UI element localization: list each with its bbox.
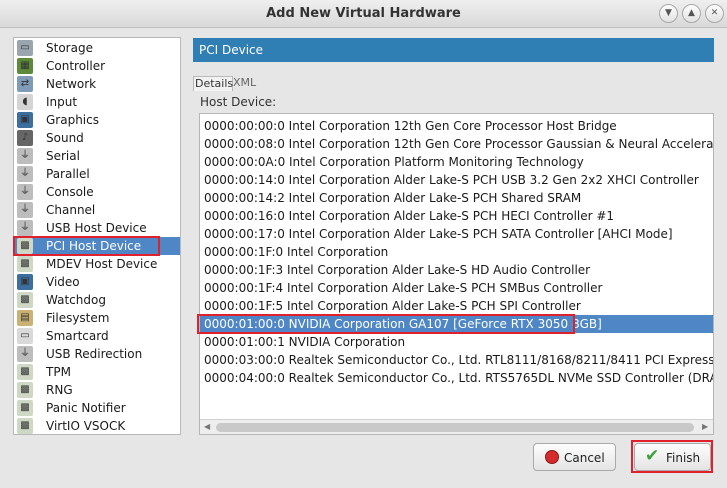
sidebar-item-storage[interactable]: ▭ Storage <box>14 39 180 57</box>
list-item[interactable]: 0000:00:14:0 Intel Corporation Alder Lak… <box>200 171 713 189</box>
smartcard-icon: ▭ <box>17 328 33 344</box>
list-item[interactable]: 0000:00:17:0 Intel Corporation Alder Lak… <box>200 225 713 243</box>
cancel-icon <box>545 450 559 464</box>
host-device-list[interactable]: 0000:00:00:0 Intel Corporation 12th Gen … <box>199 113 714 435</box>
sidebar-item-tpm[interactable]: ▩ TPM <box>14 363 180 381</box>
serial-plug-icon: ⏚ <box>17 148 33 164</box>
list-item[interactable]: 0000:00:1F:5 Intel Corporation Alder Lak… <box>200 297 713 315</box>
list-item[interactable]: 0000:00:14:2 Intel Corporation Alder Lak… <box>200 189 713 207</box>
usb-plug-icon: ⏚ <box>17 220 33 236</box>
parallel-plug-icon: ⏚ <box>17 166 33 182</box>
video-monitor-icon: ▣ <box>17 274 33 290</box>
sidebar-item-graphics[interactable]: ▣ Graphics <box>14 111 180 129</box>
folder-icon: ▤ <box>17 310 33 326</box>
sidebar-item-controller[interactable]: ▦ Controller <box>14 57 180 75</box>
list-item[interactable]: 0000:04:00:0 Realtek Semiconductor Co., … <box>200 369 713 387</box>
scrollbar-thumb[interactable] <box>216 423 694 432</box>
maximize-button[interactable]: ▲ <box>682 4 701 23</box>
section-header: PCI Device <box>193 38 714 62</box>
list-item[interactable]: 0000:00:1F:4 Intel Corporation Alder Lak… <box>200 279 713 297</box>
list-item[interactable]: 0000:03:00:0 Realtek Semiconductor Co., … <box>200 351 713 369</box>
sidebar-item-serial[interactable]: ⏚ Serial <box>14 147 180 165</box>
sidebar-item-panic-notifier[interactable]: ▩ Panic Notifier <box>14 399 180 417</box>
channel-plug-icon: ⏚ <box>17 202 33 218</box>
storage-icon: ▭ <box>17 40 33 56</box>
sidebar-item-filesystem[interactable]: ▤ Filesystem <box>14 309 180 327</box>
list-item[interactable]: 0000:00:00:0 Intel Corporation 12th Gen … <box>200 117 713 135</box>
rng-icon: ▩ <box>17 382 33 398</box>
chip-icon: ▩ <box>17 364 33 380</box>
cancel-button[interactable]: Cancel <box>533 443 616 471</box>
list-item[interactable]: 0000:00:1F:0 Intel Corporation <box>200 243 713 261</box>
scroll-left-icon[interactable]: ◀ <box>204 422 210 431</box>
sidebar-item-mdev-host-device[interactable]: ▩ MDEV Host Device <box>14 255 180 273</box>
sidebar-item-virtio-vsock[interactable]: ▩ VirtIO VSOCK <box>14 417 180 434</box>
list-item[interactable]: 0000:00:0A:0 Intel Corporation Platform … <box>200 153 713 171</box>
list-item[interactable]: 0000:00:08:0 Intel Corporation 12th Gen … <box>200 135 713 153</box>
controller-icon: ▦ <box>17 58 33 74</box>
horizontal-scrollbar[interactable]: ◀ ▶ <box>200 419 713 434</box>
scroll-right-icon[interactable]: ▶ <box>702 422 708 431</box>
highlight-box-sidebar <box>13 236 160 256</box>
sidebar-item-channel[interactable]: ⏚ Channel <box>14 201 180 219</box>
mouse-icon: ◖ <box>17 94 33 110</box>
sidebar-item-parallel[interactable]: ⏚ Parallel <box>14 165 180 183</box>
sidebar-item-smartcard[interactable]: ▭ Smartcard <box>14 327 180 345</box>
panic-icon: ▩ <box>17 400 33 416</box>
vsock-icon: ▩ <box>17 418 33 434</box>
chevron-down-icon: ▼ <box>665 8 672 18</box>
sidebar-item-sound[interactable]: ♪ Sound <box>14 129 180 147</box>
list-item[interactable]: 0000:00:16:0 Intel Corporation Alder Lak… <box>200 207 713 225</box>
section-title: PCI Device <box>199 43 264 57</box>
monitor-icon: ▣ <box>17 112 33 128</box>
mdev-device-icon: ▩ <box>17 256 33 272</box>
title-bar: Add New Virtual Hardware ▼ ▲ ✕ <box>0 0 727 28</box>
window-title: Add New Virtual Hardware <box>266 6 461 21</box>
close-icon: ✕ <box>710 8 719 18</box>
tab-xml[interactable]: XML <box>233 76 256 91</box>
list-item[interactable]: 0000:00:1F:3 Intel Corporation Alder Lak… <box>200 261 713 279</box>
sidebar-item-usb-host-device[interactable]: ⏚ USB Host Device <box>14 219 180 237</box>
highlight-box-finish <box>631 440 713 473</box>
chevron-up-icon: ▲ <box>688 8 695 18</box>
highlight-box-device <box>197 314 575 334</box>
sidebar-item-rng[interactable]: ▩ RNG <box>14 381 180 399</box>
usb-redirect-icon: ⏚ <box>17 346 33 362</box>
sidebar-item-network[interactable]: ⇄ Network <box>14 75 180 93</box>
sidebar-item-video[interactable]: ▣ Video <box>14 273 180 291</box>
list-item[interactable]: 0000:01:00:1 NVIDIA Corporation <box>200 333 713 351</box>
speaker-icon: ♪ <box>17 130 33 146</box>
console-plug-icon: ⏚ <box>17 184 33 200</box>
sidebar-item-watchdog[interactable]: ▩ Watchdog <box>14 291 180 309</box>
close-button[interactable]: ✕ <box>705 4 724 23</box>
network-icon: ⇄ <box>17 76 33 92</box>
sidebar-item-input[interactable]: ◖ Input <box>14 93 180 111</box>
host-device-label: Host Device: <box>200 95 277 109</box>
tab-details[interactable]: Details <box>193 76 233 91</box>
minimize-button[interactable]: ▼ <box>659 4 678 23</box>
watchdog-icon: ▩ <box>17 292 33 308</box>
sidebar-item-usb-redirection[interactable]: ⏚ USB Redirection <box>14 345 180 363</box>
sidebar-item-console[interactable]: ⏚ Console <box>14 183 180 201</box>
